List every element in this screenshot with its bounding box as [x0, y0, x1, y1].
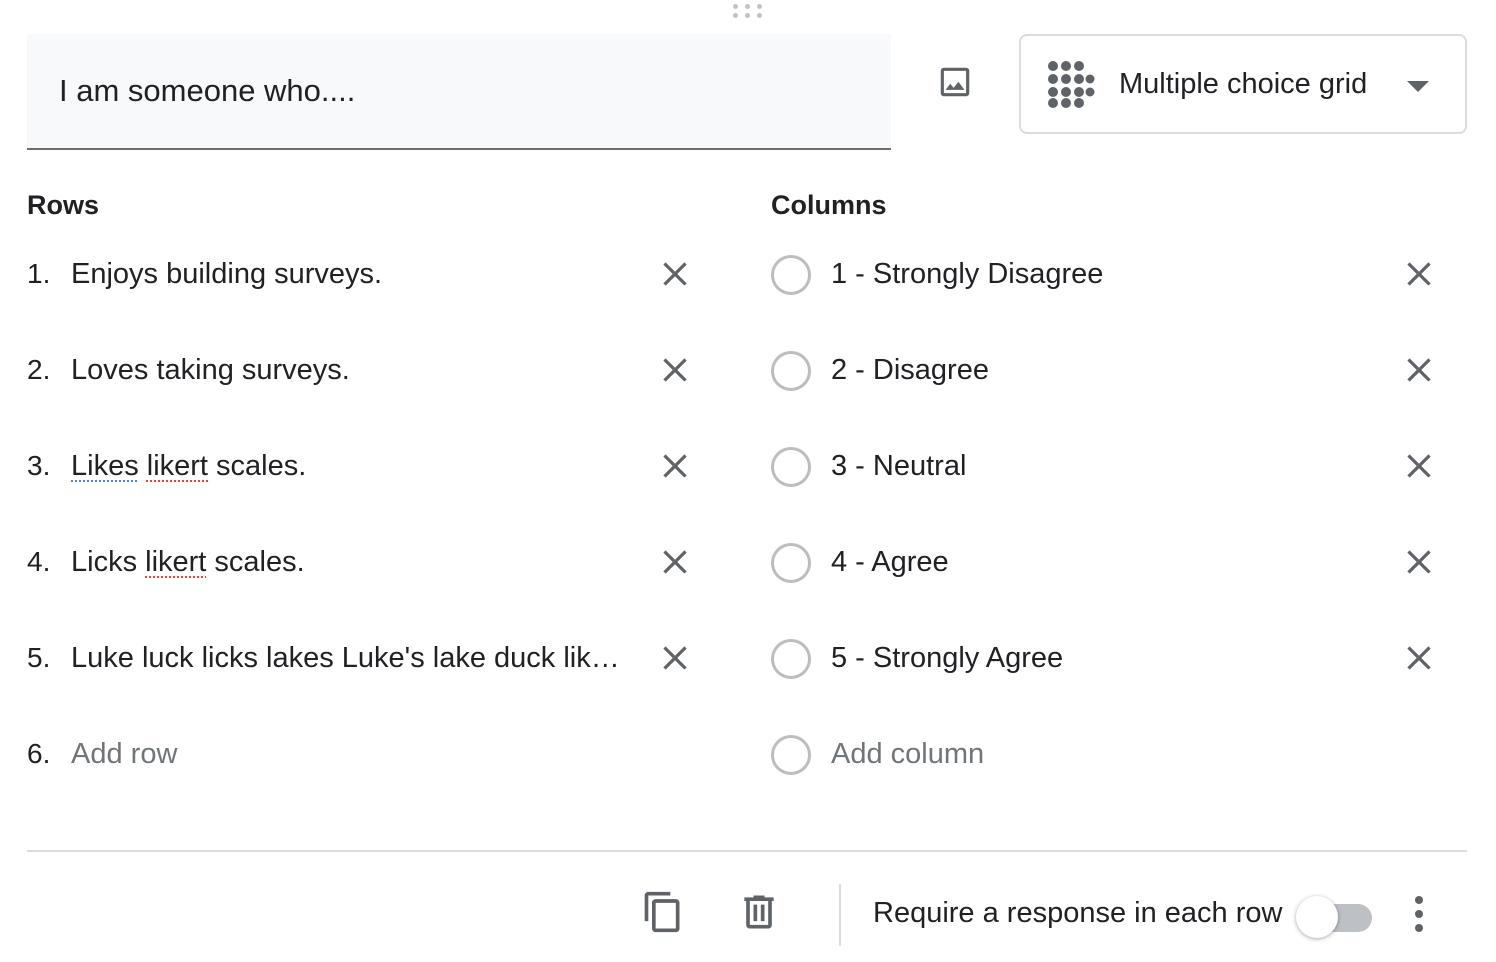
question-type-dropdown[interactable]: Multiple choice grid [1019, 34, 1467, 134]
row-label-input[interactable]: Likes likert scales. [71, 450, 627, 483]
remove-column-close-icon[interactable] [1401, 352, 1437, 388]
row-item-3: 3. Likes likert scales. [27, 436, 707, 496]
column-label-input[interactable]: 2 - Disagree [831, 354, 1391, 387]
columns-heading: Columns [771, 190, 887, 220]
add-column-item: Add column [771, 724, 1451, 784]
remove-row-close-icon[interactable] [657, 352, 693, 388]
row-number: 2. [27, 354, 51, 385]
image-icon [940, 67, 970, 97]
column-label-input[interactable]: 4 - Agree [831, 546, 1391, 579]
remove-row-close-icon[interactable] [657, 448, 693, 484]
rows-heading: Rows [27, 190, 100, 220]
row-number: 4. [27, 546, 51, 577]
add-column-input[interactable]: Add column [831, 738, 1391, 771]
column-label-input[interactable]: 5 - Strongly Agree [831, 642, 1391, 675]
row-label-input[interactable]: Licks likert scales. [71, 546, 627, 579]
remove-row-close-icon[interactable] [657, 640, 693, 676]
dropdown-arrow-icon [1407, 81, 1429, 92]
column-label-input[interactable]: 3 - Neutral [831, 450, 1391, 483]
column-item-1: 1 - Strongly Disagree [771, 244, 1451, 304]
add-image-button[interactable] [928, 58, 982, 106]
radio-circle-icon [771, 543, 811, 583]
spellcheck-word: Likes [71, 449, 139, 482]
remove-column-close-icon[interactable] [1401, 640, 1437, 676]
question-type-label: Multiple choice grid [1119, 68, 1368, 100]
row-label-input[interactable]: Loves taking surveys. [71, 354, 627, 387]
footer-divider [27, 850, 1467, 852]
delete-button[interactable] [734, 886, 784, 938]
spellcheck-word: likert [145, 545, 207, 578]
add-row-input[interactable]: Add row [71, 738, 627, 771]
drag-handle-icon[interactable] [731, 2, 765, 20]
column-item-3: 3 - Neutral [771, 436, 1451, 496]
remove-column-close-icon[interactable] [1401, 544, 1437, 580]
spellcheck-word: likert [146, 449, 208, 482]
row-label-input[interactable]: Luke luck licks lakes Luke's lake duck l… [71, 642, 627, 675]
row-item-1: 1. Enjoys building surveys. [27, 244, 707, 304]
more-options-icon[interactable] [1404, 892, 1434, 936]
remove-column-close-icon[interactable] [1401, 448, 1437, 484]
column-label-input[interactable]: 1 - Strongly Disagree [831, 258, 1391, 291]
row-number: 6. [27, 738, 51, 769]
row-label-input[interactable]: Enjoys building surveys. [71, 258, 627, 291]
remove-column-close-icon[interactable] [1401, 256, 1437, 292]
radio-circle-icon [771, 255, 811, 295]
copy-icon [644, 891, 680, 933]
row-number: 3. [27, 450, 51, 481]
row-item-4: 4. Licks likert scales. [27, 532, 707, 592]
radio-circle-icon [771, 735, 811, 775]
column-item-2: 2 - Disagree [771, 340, 1451, 400]
row-item-5: 5. Luke luck licks lakes Luke's lake duc… [27, 628, 707, 688]
row-number: 1. [27, 258, 51, 289]
trash-icon [744, 895, 774, 929]
remove-row-close-icon[interactable] [657, 544, 693, 580]
row-item-2: 2. Loves taking surveys. [27, 340, 707, 400]
question-title-field[interactable] [27, 34, 891, 150]
require-response-label: Require a response in each row [873, 897, 1283, 929]
column-item-5: 5 - Strongly Agree [771, 628, 1451, 688]
add-row-item: 6. Add row [27, 724, 707, 784]
toggle-knob [1296, 896, 1338, 938]
question-title-input[interactable] [27, 34, 891, 148]
radio-circle-icon [771, 447, 811, 487]
duplicate-button[interactable] [638, 886, 688, 938]
radio-circle-icon [771, 351, 811, 391]
grid-icon [1048, 61, 1095, 108]
footer-vertical-divider [839, 884, 841, 946]
require-response-toggle[interactable] [1296, 894, 1374, 940]
radio-circle-icon [771, 639, 811, 679]
row-number: 5. [27, 642, 51, 673]
column-item-4: 4 - Agree [771, 532, 1451, 592]
remove-row-close-icon[interactable] [657, 256, 693, 292]
